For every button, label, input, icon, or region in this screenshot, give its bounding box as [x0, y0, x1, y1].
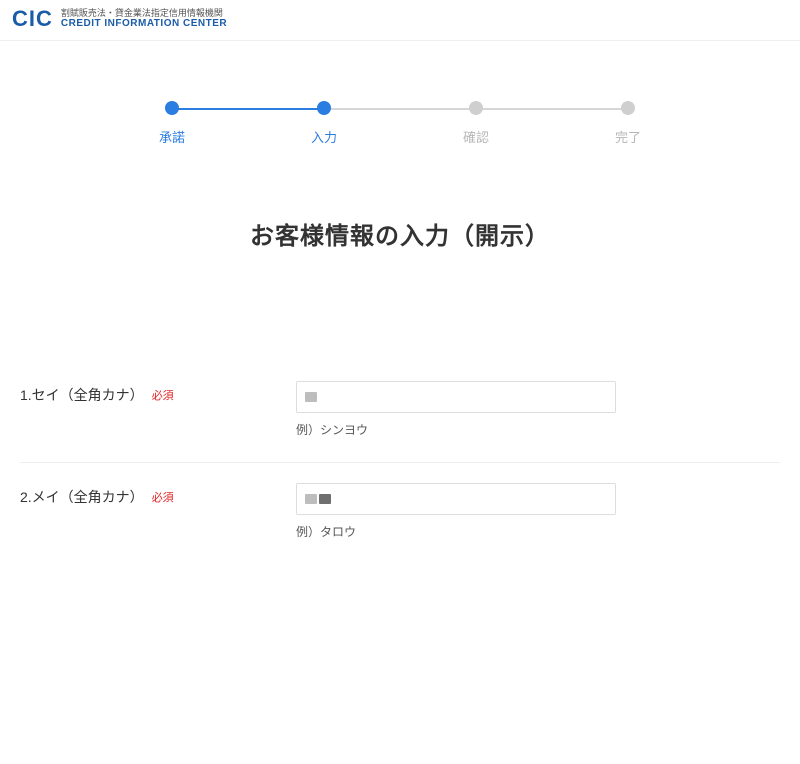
required-badge: 必須 — [152, 489, 174, 505]
customer-info-form: 1.セイ（全角カナ） 必須 例）シンヨウ 2.メイ（全角カナ） 必須 — [20, 361, 780, 548]
field-row-mei: 2.メイ（全角カナ） 必須 例）タロウ — [20, 463, 780, 548]
step-dot-icon — [165, 101, 179, 115]
field-label-col: 1.セイ（全角カナ） 必須 — [20, 381, 296, 405]
logo-sub-jp: 割賦販売法・貸金業法指定信用情報機関 — [61, 9, 227, 19]
site-header: CIC 割賦販売法・貸金業法指定信用情報機関 CREDIT INFORMATIO… — [0, 0, 800, 41]
step-confirm: 確認 — [444, 101, 508, 146]
logo-sub-en: CREDIT INFORMATION CENTER — [61, 18, 227, 29]
step-dot-icon — [317, 101, 331, 115]
step-dot-icon — [621, 101, 635, 115]
mei-input[interactable] — [296, 483, 616, 515]
field-label-col: 2.メイ（全角カナ） 必須 — [20, 483, 296, 507]
step-label: 完了 — [615, 127, 641, 146]
step-accept: 承諾 — [140, 101, 204, 146]
field-label: 1.セイ（全角カナ） — [20, 385, 144, 405]
step-dot-icon — [469, 101, 483, 115]
step-label: 確認 — [463, 127, 489, 146]
logo-subtitle: 割賦販売法・貸金業法指定信用情報機関 CREDIT INFORMATION CE… — [61, 9, 227, 30]
step-label: 承諾 — [159, 127, 185, 146]
step-input: 入力 — [292, 101, 356, 146]
progress-stepper: 承諾 入力 確認 完了 — [140, 101, 660, 146]
step-label: 入力 — [311, 127, 337, 146]
step-done: 完了 — [596, 101, 660, 146]
required-badge: 必須 — [152, 387, 174, 403]
logo-text: CIC — [12, 6, 53, 32]
field-label: 2.メイ（全角カナ） — [20, 487, 144, 507]
